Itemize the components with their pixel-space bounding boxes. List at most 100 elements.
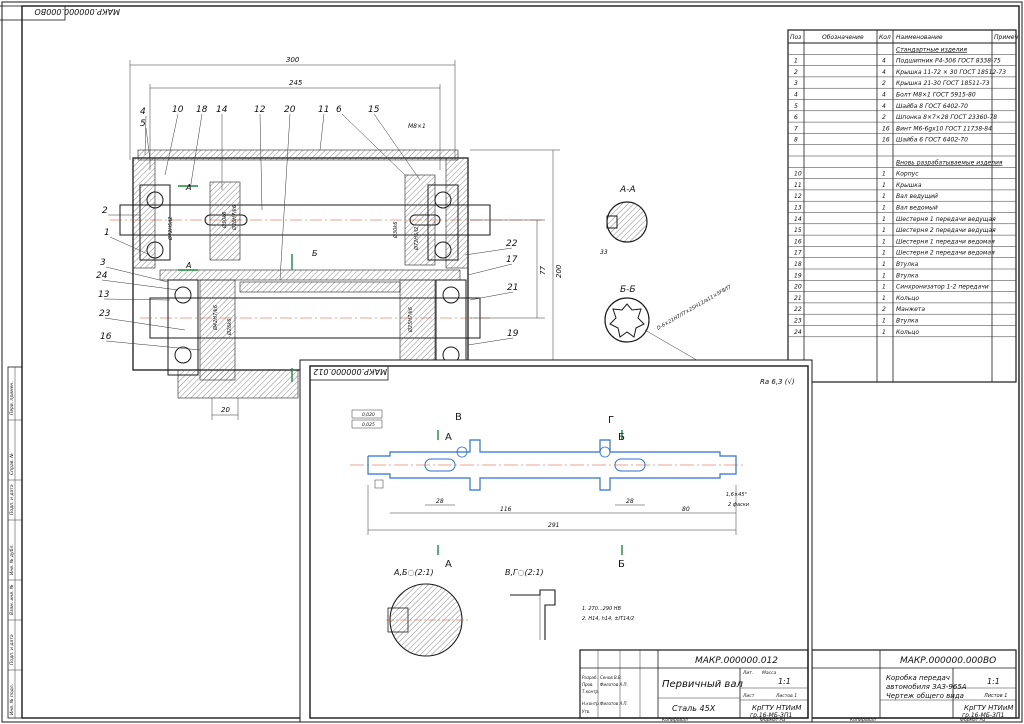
spec-row-name: Шестерня 2 передачи ведомая [896,250,995,257]
spec-row-name: Кольцо [896,295,919,302]
shaft-stamp-rotated: МАКР.000000.012 [313,367,387,376]
detail-ab-label: А,Б◌(2:1) [393,568,434,577]
spec-row-qty: 1 [882,272,886,279]
callout-leader [164,113,179,176]
assembly-name-2: автомобиля ЗАЗ-965А [886,683,967,691]
spline-spec: D-6×21Н7/f7×25Н12/а11×5F8/f7 [656,284,733,332]
shaft-sheet: Лист [742,693,755,699]
roughness-mark: Ra 6,3 (√) [760,378,795,386]
callout-label: 24 [96,271,108,281]
spec-row-name: Кольцо [896,329,919,336]
diameter-label: Ø30k6 [392,222,399,239]
dim-80: 80 [682,506,690,513]
spec-row-qty: 2 [882,306,886,313]
role-5: Утв. [582,709,590,714]
spec-row-pos: 7 [794,125,798,132]
spec-row-name: Шпонка 8×7×28 ГОСТ 23360-78 [896,114,997,121]
spec-row-qty: 1 [882,182,886,189]
section-mark-a-upper: А [185,183,191,192]
spec-row-qty: 1 [882,171,886,178]
spec-row-name: Манжета [896,306,925,313]
spec-row-name: Втулка [896,272,919,279]
drawing-canvas: МАКР.000000.000ВО Перв. примен. Справ. № П… [0,1,1023,723]
dim-28-left: 28 [436,498,444,505]
spec-row-name: Шестерня 1 передачи ведущая [896,216,996,223]
spec-row-qty: 4 [882,92,886,99]
diameter-label: Ø72Н5/l2 [167,217,174,242]
detail-vg-label: В,Г◌(2:1) [505,568,544,577]
callout-label: 10 [172,105,184,115]
callout-leader [105,266,169,283]
callout-label: 6 [336,105,342,115]
callout-label: 15 [368,105,380,115]
spec-row-pos: 13 [794,205,802,212]
chamfer-note: 2 фаски [728,502,750,508]
spec-row-name: Шайба 8 ГОСТ 6402-70 [896,103,968,110]
callout-label: 1 [104,228,110,238]
spec-row-qty: 1 [882,216,886,223]
callout-label: 16 [100,332,112,342]
tech-note-1: 1. 270...290 НВ [582,606,622,612]
callout-label: 3 [100,258,106,268]
callout-leader [469,291,514,301]
spec-row-qty: 1 [882,261,886,268]
bearing-left-lower [167,279,199,376]
spec-header-designation: Обозначение [822,34,864,41]
dim-28-right: 28 [626,498,634,505]
shaft-scale: 1:1 [778,677,791,686]
spec-row-pos: 10 [794,171,802,178]
synchronizer [239,281,401,293]
spec-row-qty: 1 [882,238,886,245]
callout-leader [467,263,513,276]
shaft-lit: Лит. [742,670,753,676]
binding-strip-label: Подп. и дата [9,484,15,515]
mark-a-top: А [445,432,452,443]
dim-20: 20 [221,406,230,414]
callout-label: 12 [254,105,266,115]
callout-leader [103,298,171,301]
role-3: Т.контр. [582,689,599,694]
gear-15 [404,174,436,266]
diameter-label: Ø26Н7/k6 [231,205,238,231]
callout-label: 4 [140,107,146,117]
spec-row-qty: 4 [882,58,886,65]
callout-label: 17 [506,255,518,265]
spec-row-qty: 1 [882,284,886,291]
spec-row-name: Вал ведущий [896,193,938,200]
section-bb-view [604,297,701,363]
spec-row-pos: 24 [794,329,802,336]
shaft-org: КрГТУ НТИиМ [752,704,801,712]
role-1: Разраб. [582,675,598,680]
thread-dim: М8×1 [408,123,426,130]
callout-label: 11 [318,105,329,115]
spec-row-pos: 20 [794,284,802,291]
tolerance-1: 0,020 [362,412,375,418]
spec-row-pos: 15 [794,227,802,234]
spec-row-name: Вал ведомый [896,205,938,212]
role-4: Н.контр. [582,701,600,706]
shaft-copied: Копировал [662,717,688,723]
spec-row-qty: 4 [882,69,886,76]
spec-row-pos: 19 [794,272,802,279]
spec-row-pos: 14 [794,216,802,223]
spec-row-name: Крышка 21-30 ГОСТ 18511-73 [896,80,990,87]
spec-row-pos: 21 [794,295,802,302]
chamfer-dim: 1,6×45° [726,492,748,498]
dim-291: 291 [548,522,559,529]
spec-row-name: Крышка 11-72 × 30 ГОСТ 18512-73 [896,69,1006,76]
binding-strip-label: Подп. и дата [9,634,15,665]
spec-row-qty: 2 [882,80,886,87]
callout-label: 23 [99,309,111,319]
callout-leader [105,340,201,351]
binding-strip-label: Справ. № [9,453,15,475]
dim-200: 200 [555,264,563,278]
assembly-scale: 1:1 [987,677,1000,686]
assembly-name-1: Коробка передач [886,674,950,682]
shaft-mass: Масса [762,670,777,676]
spec-row-name: Подшипник Р4-306 ГОСТ 8338-75 [896,58,1001,65]
callout-leader [464,247,513,256]
shaft-material: Сталь 45Х [672,704,716,713]
spec-row-qty: 1 [882,205,886,212]
shaft-name: Первичный вал [662,679,743,690]
bottom-housing-part [177,369,299,399]
